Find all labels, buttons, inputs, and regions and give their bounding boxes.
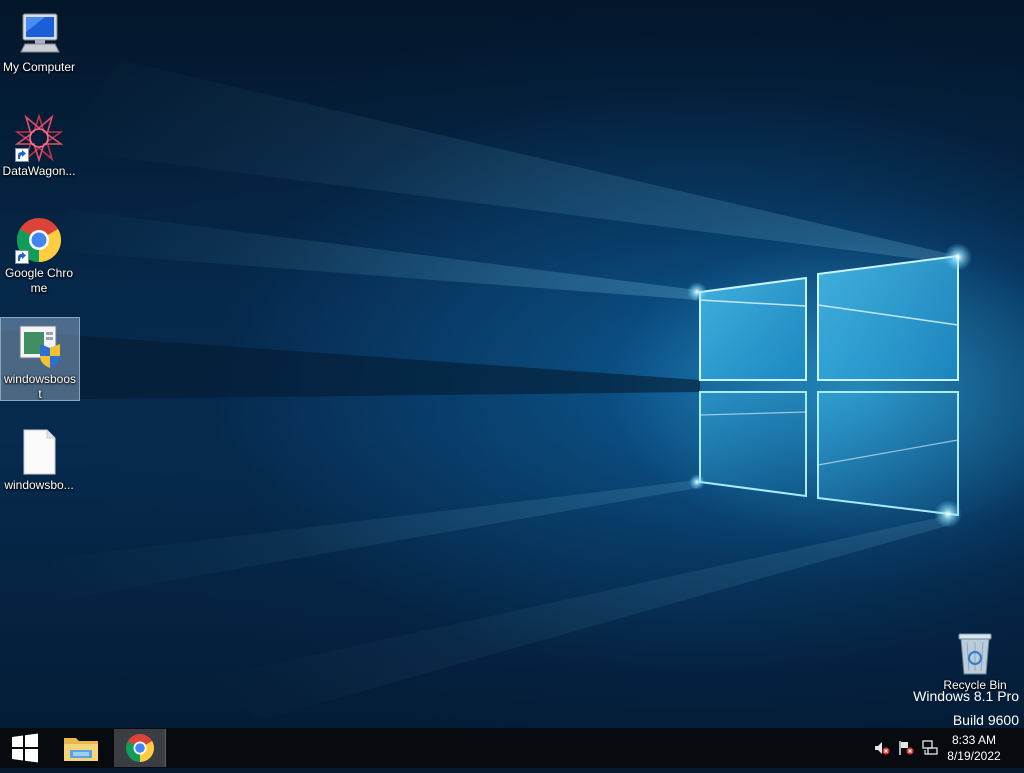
shortcut-arrow-icon: [15, 250, 29, 264]
desktop-icon-label: My Computer: [2, 60, 76, 74]
chrome-icon: [126, 734, 154, 762]
watermark-build: Build 9600: [952, 712, 1019, 728]
system-tray: [872, 740, 942, 758]
desktop-icon-windowsboost-file[interactable]: windowsbo...: [0, 422, 78, 492]
taskbar-clock[interactable]: 8:33 AM 8/19/2022: [938, 732, 1010, 764]
recycle-bin-icon: [951, 628, 999, 676]
network-icon[interactable]: [922, 740, 938, 756]
desktop-icon-google-chrome[interactable]: Google Chrome: [0, 210, 78, 298]
shortcut-arrow-icon: [15, 148, 29, 162]
start-button[interactable]: [0, 728, 50, 768]
speaker-muted-icon[interactable]: [874, 740, 890, 756]
windows-logo-icon: [12, 733, 38, 763]
chrome-icon: [15, 216, 63, 264]
computer-icon: [15, 10, 63, 58]
action-center-flag-icon[interactable]: [898, 740, 914, 756]
taskbar-file-explorer-button[interactable]: [56, 728, 106, 768]
desktop-icon-datawagon[interactable]: DataWagon...: [0, 108, 78, 180]
blank-file-icon: [15, 428, 63, 476]
desktop-icon-label: Google Chrome: [4, 266, 74, 295]
desktop-icon-windowsboost[interactable]: windowsboost: [0, 317, 80, 401]
taskbar: 8:33 AM 8/19/2022: [0, 728, 1024, 768]
desktop-icon-label: windowsbo...: [4, 478, 74, 492]
desktop-icon-my-computer[interactable]: My Computer: [0, 4, 78, 76]
desktop-icon-label: DataWagon...: [2, 164, 76, 178]
wallpaper-image: [0, 60, 972, 720]
os-version-watermark: Windows 8.1 Pro Build 9600: [913, 684, 1019, 728]
clock-time: 8:33 AM: [951, 733, 997, 747]
clock-date: 8/19/2022: [947, 749, 1001, 763]
watermark-edition: Windows 8.1 Pro: [913, 688, 1019, 704]
desktop[interactable]: My Computer DataWagon... Google Chrome w…: [0, 0, 1024, 728]
taskbar-chrome-button[interactable]: [114, 729, 166, 767]
installer-shield-icon: [16, 322, 64, 370]
datawagon-star-icon: [14, 113, 64, 163]
desktop-icon-label: windowsboost: [3, 372, 77, 401]
folder-icon: [64, 738, 98, 761]
